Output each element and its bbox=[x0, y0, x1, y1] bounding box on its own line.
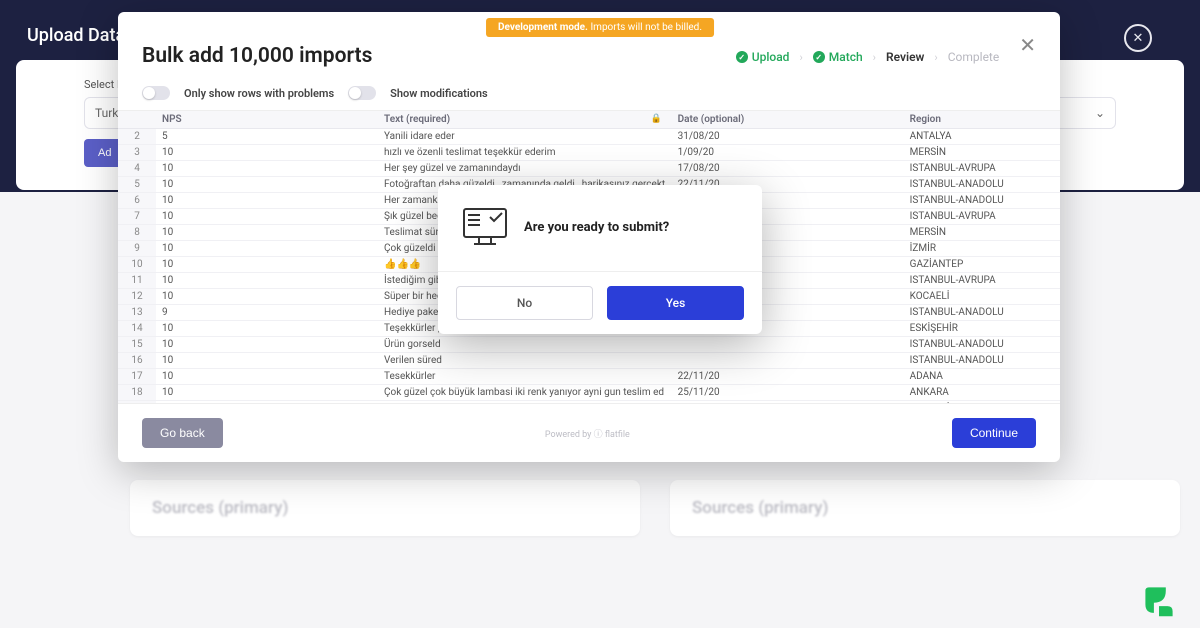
confirm-yes-button[interactable]: Yes bbox=[607, 286, 744, 320]
checklist-icon bbox=[462, 207, 508, 247]
confirm-dialog: Are you ready to submit? No Yes bbox=[438, 185, 762, 334]
brand-logo bbox=[1142, 584, 1176, 622]
confirm-no-button[interactable]: No bbox=[456, 286, 593, 320]
confirm-title: Are you ready to submit? bbox=[524, 220, 669, 235]
